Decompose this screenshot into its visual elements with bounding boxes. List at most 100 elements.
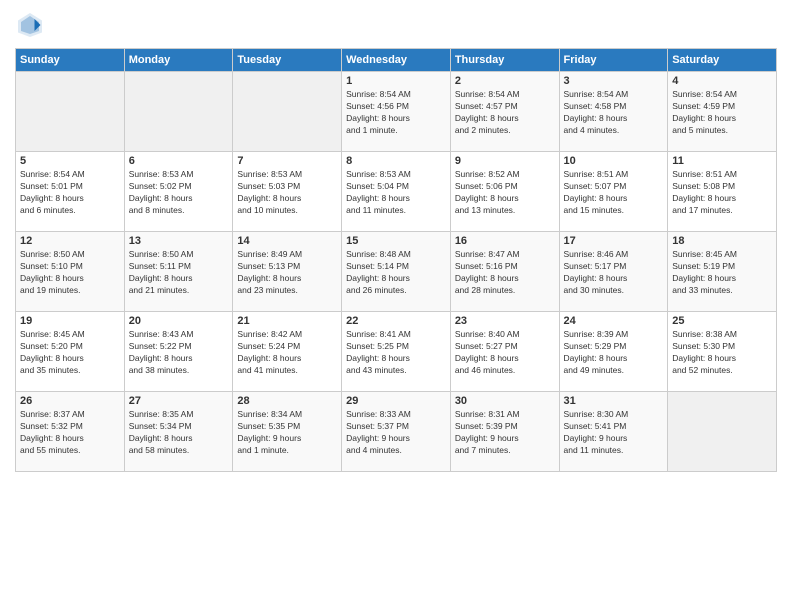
day-number: 21 bbox=[237, 315, 337, 327]
cell-text: Sunrise: 8:40 AMSunset: 5:27 PMDaylight:… bbox=[455, 329, 555, 377]
calendar-cell: 12 Sunrise: 8:50 AMSunset: 5:10 PMDayligh… bbox=[16, 232, 125, 312]
day-number: 27 bbox=[129, 395, 229, 407]
day-number: 15 bbox=[346, 235, 446, 247]
cell-text: Sunrise: 8:33 AMSunset: 5:37 PMDaylight:… bbox=[346, 409, 446, 457]
calendar-cell: 25 Sunrise: 8:38 AMSunset: 5:30 PMDayligh… bbox=[668, 312, 777, 392]
day-number: 14 bbox=[237, 235, 337, 247]
calendar-cell: 6 Sunrise: 8:53 AMSunset: 5:02 PMDaylight… bbox=[124, 152, 233, 232]
page-header bbox=[15, 10, 777, 40]
cell-text: Sunrise: 8:53 AMSunset: 5:04 PMDaylight:… bbox=[346, 169, 446, 217]
calendar-header-thursday: Thursday bbox=[450, 49, 559, 72]
calendar-cell bbox=[16, 72, 125, 152]
cell-text: Sunrise: 8:54 AMSunset: 5:01 PMDaylight:… bbox=[20, 169, 120, 217]
calendar-week-row: 19Sunrise: 8:45 AMSunset: 5:20 PMDayligh… bbox=[16, 312, 777, 392]
day-number: 18 bbox=[672, 235, 772, 247]
calendar-cell: 13 Sunrise: 8:50 AMSunset: 5:11 PMDayligh… bbox=[124, 232, 233, 312]
cell-text: Sunrise: 8:47 AMSunset: 5:16 PMDaylight:… bbox=[455, 249, 555, 297]
day-number: 5 bbox=[20, 155, 120, 167]
calendar-cell: 10Sunrise: 8:51 AMSunset: 5:07 PMDayligh… bbox=[559, 152, 668, 232]
calendar-cell: 23Sunrise: 8:40 AMSunset: 5:27 PMDayligh… bbox=[450, 312, 559, 392]
day-number: 30 bbox=[455, 395, 555, 407]
cell-text: Sunrise: 8:53 AMSunset: 5:02 PMDaylight:… bbox=[129, 169, 229, 217]
cell-text: Sunrise: 8:50 AMSunset: 5:10 PMDaylight:… bbox=[20, 249, 120, 297]
cell-text: Sunrise: 8:43 AMSunset: 5:22 PMDaylight:… bbox=[129, 329, 229, 377]
day-number: 12 bbox=[20, 235, 120, 247]
page-container: SundayMondayTuesdayWednesdayThursdayFrid… bbox=[0, 0, 792, 612]
cell-text: Sunrise: 8:54 AMSunset: 4:58 PMDaylight:… bbox=[564, 89, 664, 137]
calendar-header-sunday: Sunday bbox=[16, 49, 125, 72]
calendar-header-monday: Monday bbox=[124, 49, 233, 72]
calendar-cell bbox=[124, 72, 233, 152]
calendar-cell: 14 Sunrise: 8:49 AMSunset: 5:13 PMDayligh… bbox=[233, 232, 342, 312]
cell-text: Sunrise: 8:45 AMSunset: 5:19 PMDaylight:… bbox=[672, 249, 772, 297]
calendar-cell bbox=[233, 72, 342, 152]
calendar-week-row: 12 Sunrise: 8:50 AMSunset: 5:10 PMDayligh… bbox=[16, 232, 777, 312]
day-number: 8 bbox=[346, 155, 446, 167]
cell-text: Sunrise: 8:41 AMSunset: 5:25 PMDaylight:… bbox=[346, 329, 446, 377]
day-number: 20 bbox=[129, 315, 229, 327]
calendar-cell: 26Sunrise: 8:37 AMSunset: 5:32 PMDayligh… bbox=[16, 392, 125, 472]
cell-text: Sunrise: 8:54 AMSunset: 4:56 PMDaylight:… bbox=[346, 89, 446, 137]
logo bbox=[15, 10, 49, 40]
cell-text: Sunrise: 8:51 AMSunset: 5:07 PMDaylight:… bbox=[564, 169, 664, 217]
calendar-cell: 5 Sunrise: 8:54 AMSunset: 5:01 PMDaylight… bbox=[16, 152, 125, 232]
calendar-cell: 24Sunrise: 8:39 AMSunset: 5:29 PMDayligh… bbox=[559, 312, 668, 392]
cell-text: Sunrise: 8:50 AMSunset: 5:11 PMDaylight:… bbox=[129, 249, 229, 297]
calendar-cell: 20 Sunrise: 8:43 AMSunset: 5:22 PMDayligh… bbox=[124, 312, 233, 392]
day-number: 4 bbox=[672, 75, 772, 87]
calendar-cell: 15 Sunrise: 8:48 AMSunset: 5:14 PMDayligh… bbox=[342, 232, 451, 312]
day-number: 28 bbox=[237, 395, 337, 407]
calendar-cell: 11 Sunrise: 8:51 AMSunset: 5:08 PMDayligh… bbox=[668, 152, 777, 232]
calendar-cell: 2 Sunrise: 8:54 AMSunset: 4:57 PMDaylight… bbox=[450, 72, 559, 152]
calendar-cell bbox=[668, 392, 777, 472]
day-number: 31 bbox=[564, 395, 664, 407]
day-number: 11 bbox=[672, 155, 772, 167]
calendar-week-row: 26Sunrise: 8:37 AMSunset: 5:32 PMDayligh… bbox=[16, 392, 777, 472]
calendar-cell: 19Sunrise: 8:45 AMSunset: 5:20 PMDayligh… bbox=[16, 312, 125, 392]
cell-text: Sunrise: 8:46 AMSunset: 5:17 PMDaylight:… bbox=[564, 249, 664, 297]
day-number: 7 bbox=[237, 155, 337, 167]
cell-text: Sunrise: 8:34 AMSunset: 5:35 PMDaylight:… bbox=[237, 409, 337, 457]
calendar-cell: 28 Sunrise: 8:34 AMSunset: 5:35 PMDayligh… bbox=[233, 392, 342, 472]
calendar-header-friday: Friday bbox=[559, 49, 668, 72]
calendar-cell: 18 Sunrise: 8:45 AMSunset: 5:19 PMDayligh… bbox=[668, 232, 777, 312]
cell-text: Sunrise: 8:35 AMSunset: 5:34 PMDaylight:… bbox=[129, 409, 229, 457]
cell-text: Sunrise: 8:52 AMSunset: 5:06 PMDaylight:… bbox=[455, 169, 555, 217]
day-number: 2 bbox=[455, 75, 555, 87]
calendar-header-row: SundayMondayTuesdayWednesdayThursdayFrid… bbox=[16, 49, 777, 72]
day-number: 25 bbox=[672, 315, 772, 327]
calendar-header-wednesday: Wednesday bbox=[342, 49, 451, 72]
day-number: 9 bbox=[455, 155, 555, 167]
calendar-cell: 21Sunrise: 8:42 AMSunset: 5:24 PMDayligh… bbox=[233, 312, 342, 392]
day-number: 1 bbox=[346, 75, 446, 87]
calendar-header-tuesday: Tuesday bbox=[233, 49, 342, 72]
calendar-week-row: 5 Sunrise: 8:54 AMSunset: 5:01 PMDaylight… bbox=[16, 152, 777, 232]
cell-text: Sunrise: 8:39 AMSunset: 5:29 PMDaylight:… bbox=[564, 329, 664, 377]
calendar-cell: 16 Sunrise: 8:47 AMSunset: 5:16 PMDayligh… bbox=[450, 232, 559, 312]
day-number: 26 bbox=[20, 395, 120, 407]
calendar-cell: 29 Sunrise: 8:33 AMSunset: 5:37 PMDayligh… bbox=[342, 392, 451, 472]
calendar-cell: 3 Sunrise: 8:54 AMSunset: 4:58 PMDaylight… bbox=[559, 72, 668, 152]
cell-text: Sunrise: 8:54 AMSunset: 4:59 PMDaylight:… bbox=[672, 89, 772, 137]
calendar-cell: 7Sunrise: 8:53 AMSunset: 5:03 PMDaylight… bbox=[233, 152, 342, 232]
calendar-cell: 22 Sunrise: 8:41 AMSunset: 5:25 PMDayligh… bbox=[342, 312, 451, 392]
day-number: 6 bbox=[129, 155, 229, 167]
calendar-cell: 27 Sunrise: 8:35 AMSunset: 5:34 PMDayligh… bbox=[124, 392, 233, 472]
calendar-cell: 1 Sunrise: 8:54 AMSunset: 4:56 PMDaylight… bbox=[342, 72, 451, 152]
cell-text: Sunrise: 8:48 AMSunset: 5:14 PMDaylight:… bbox=[346, 249, 446, 297]
cell-text: Sunrise: 8:49 AMSunset: 5:13 PMDaylight:… bbox=[237, 249, 337, 297]
day-number: 29 bbox=[346, 395, 446, 407]
calendar-table: SundayMondayTuesdayWednesdayThursdayFrid… bbox=[15, 48, 777, 472]
day-number: 22 bbox=[346, 315, 446, 327]
cell-text: Sunrise: 8:38 AMSunset: 5:30 PMDaylight:… bbox=[672, 329, 772, 377]
day-number: 17 bbox=[564, 235, 664, 247]
cell-text: Sunrise: 8:51 AMSunset: 5:08 PMDaylight:… bbox=[672, 169, 772, 217]
day-number: 13 bbox=[129, 235, 229, 247]
day-number: 16 bbox=[455, 235, 555, 247]
cell-text: Sunrise: 8:30 AMSunset: 5:41 PMDaylight:… bbox=[564, 409, 664, 457]
day-number: 3 bbox=[564, 75, 664, 87]
calendar-week-row: 1 Sunrise: 8:54 AMSunset: 4:56 PMDaylight… bbox=[16, 72, 777, 152]
calendar-cell: 17 Sunrise: 8:46 AMSunset: 5:17 PMDayligh… bbox=[559, 232, 668, 312]
cell-text: Sunrise: 8:31 AMSunset: 5:39 PMDaylight:… bbox=[455, 409, 555, 457]
cell-text: Sunrise: 8:54 AMSunset: 4:57 PMDaylight:… bbox=[455, 89, 555, 137]
